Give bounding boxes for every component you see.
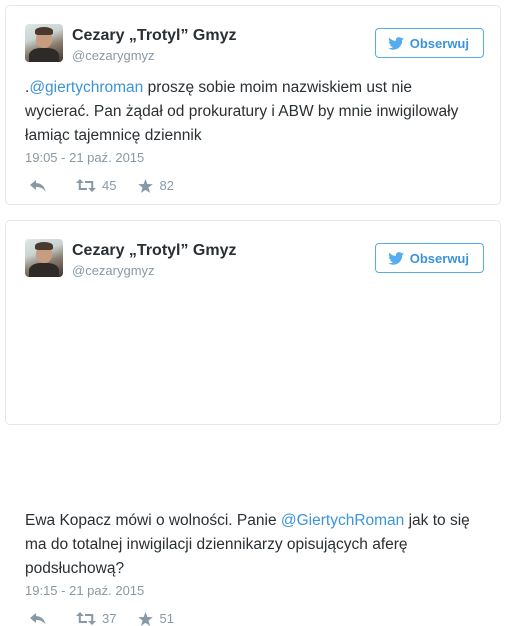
tweet-card: Cezary „Trotyl” Gmyz @cezarygmyz Obserwu… bbox=[5, 220, 501, 626]
twitter-bird-icon bbox=[387, 251, 404, 265]
tweet-text-prefix: Ewa Kopacz mówi o wolności. Panie bbox=[25, 512, 281, 529]
timestamp[interactable]: 19:05 - 21 paź. 2015 bbox=[25, 150, 144, 165]
reply-icon bbox=[30, 179, 46, 192]
retweet-count: 45 bbox=[102, 178, 117, 193]
favorite-button[interactable]: 51 bbox=[138, 611, 174, 626]
tweet-card: Cezary „Trotyl” Gmyz @cezarygmyz Obserwu… bbox=[5, 5, 501, 205]
retweet-button[interactable]: 45 bbox=[76, 178, 116, 193]
author-name[interactable]: Cezary „Trotyl” Gmyz bbox=[72, 242, 237, 260]
mention-link[interactable]: @giertychroman bbox=[29, 79, 143, 96]
twitter-bird-icon bbox=[387, 36, 404, 50]
reply-icon bbox=[30, 612, 46, 625]
retweet-button[interactable]: 37 bbox=[76, 611, 116, 626]
follow-button[interactable]: Obserwuj bbox=[374, 243, 484, 273]
star-icon bbox=[138, 178, 154, 193]
retweet-icon bbox=[76, 612, 96, 625]
follow-button[interactable]: Obserwuj bbox=[374, 28, 484, 58]
like-count: 51 bbox=[159, 611, 174, 626]
author-handle[interactable]: @cezarygmyz bbox=[72, 263, 155, 278]
tweet-actions: 37 51 bbox=[30, 611, 174, 626]
author-handle[interactable]: @cezarygmyz bbox=[72, 48, 155, 63]
reply-button[interactable] bbox=[30, 612, 46, 625]
follow-label: Obserwuj bbox=[409, 250, 469, 266]
star-icon bbox=[138, 611, 154, 626]
tweet-actions: 45 82 bbox=[30, 178, 174, 193]
retweet-count: 37 bbox=[102, 611, 117, 626]
avatar[interactable] bbox=[25, 239, 63, 277]
timestamp[interactable]: 19:15 - 21 paź. 2015 bbox=[25, 583, 144, 598]
reply-button[interactable] bbox=[30, 179, 46, 192]
avatar[interactable] bbox=[25, 24, 63, 62]
tweet-text: Ewa Kopacz mówi o wolności. Panie @Giert… bbox=[25, 509, 478, 581]
mention-link[interactable]: @GiertychRoman bbox=[281, 512, 404, 529]
author-name[interactable]: Cezary „Trotyl” Gmyz bbox=[72, 27, 237, 45]
retweet-icon bbox=[76, 179, 96, 192]
follow-label: Obserwuj bbox=[409, 35, 469, 51]
tweet-text: .@giertychroman proszę sobie moim nazwis… bbox=[25, 76, 478, 148]
favorite-button[interactable]: 82 bbox=[138, 178, 174, 193]
like-count: 82 bbox=[159, 178, 174, 193]
